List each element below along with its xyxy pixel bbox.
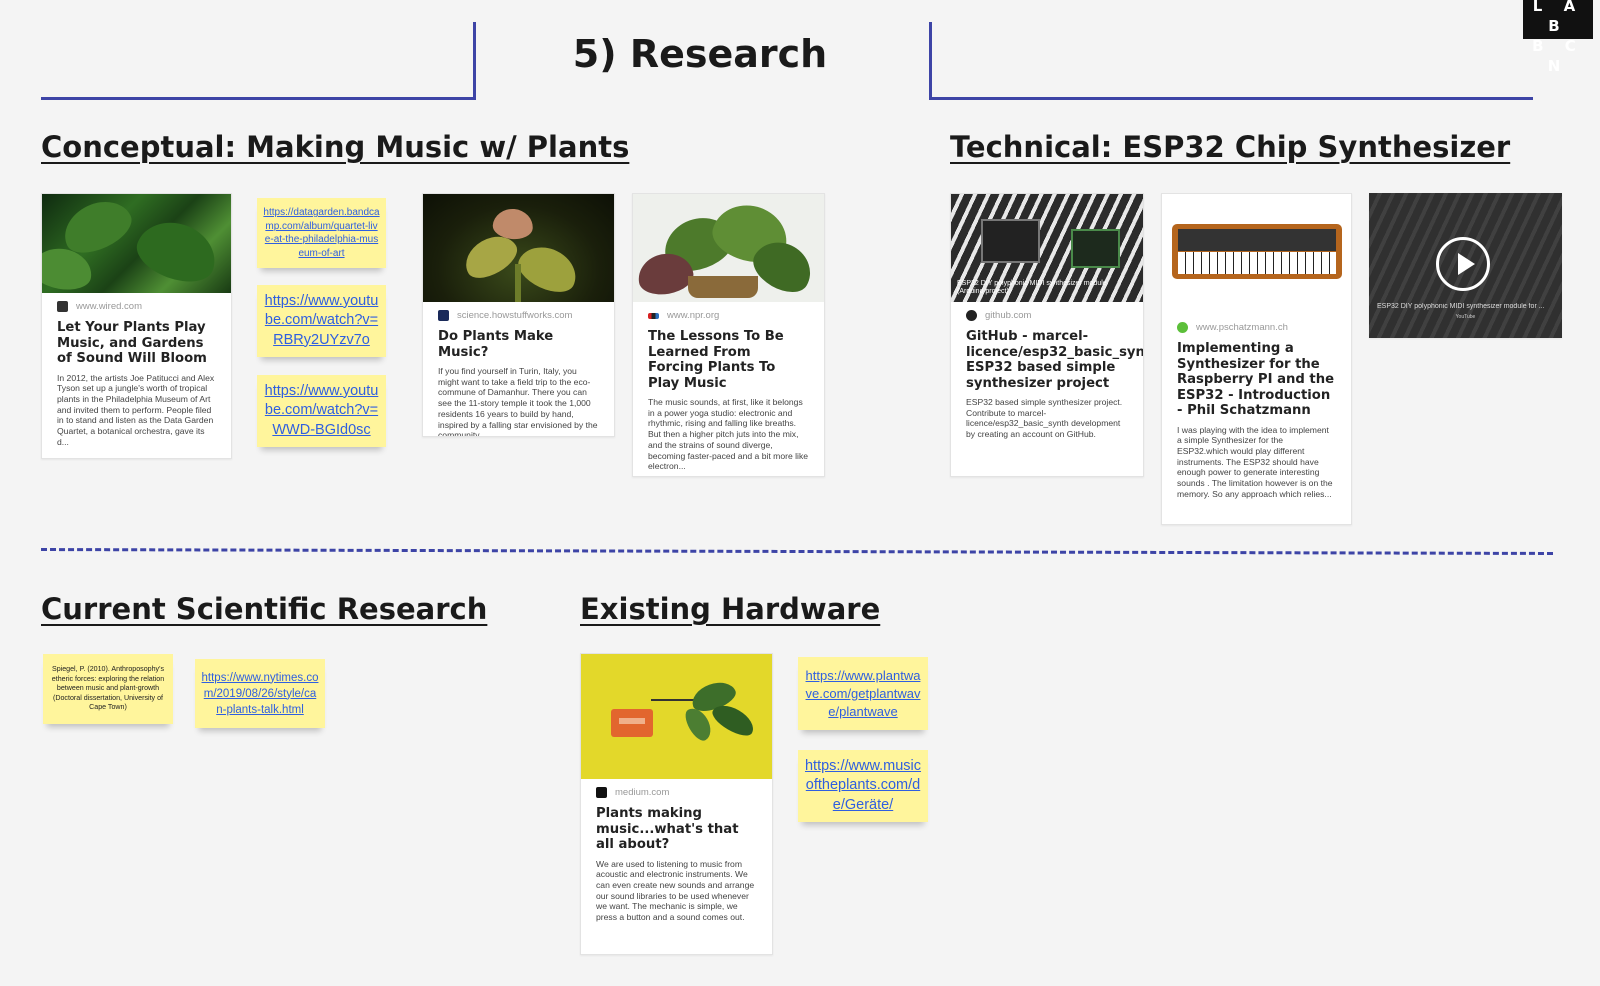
frame-line-left-horizontal [41,97,476,100]
link-card-npr[interactable]: www.npr.org The Lessons To Be Learned Fr… [632,193,825,477]
section-title-hardware: Existing Hardware [580,592,881,626]
card-title: The Lessons To Be Learned From Forcing P… [648,329,784,391]
section-divider [40,548,1554,555]
card-description: In 2012, the artists Joe Patitucci and A… [57,372,215,447]
card-title: GitHub - marcel-licence/esp32_basic_synt… [966,329,1144,391]
card-title: Do Plants Make Music? [438,329,554,360]
sticky-link[interactable]: https://www.nytimes.com/2019/08/26/style… [201,670,319,718]
link-card-wired[interactable]: www.wired.com Let Your Plants Play Music… [41,193,232,459]
card-source: www.pschatzmann.ch [1196,322,1288,333]
link-card-github[interactable]: ESP32 DIY polyphonic MIDI synthesizer mo… [950,193,1144,477]
card-thumbnail-plantwave-device [581,654,772,779]
link-card-medium[interactable]: medium.com Plants making music...what's … [580,653,773,955]
page-title: 5) Research [572,32,828,76]
card-source: www.npr.org [667,310,720,321]
link-card-howstuffworks[interactable]: science.howstuffworks.com Do Plants Make… [422,193,615,437]
section-title-scientific: Current Scientific Research [41,592,488,626]
medium-favicon-icon [596,787,607,798]
sticky-link[interactable]: https://www.plantwave.com/getplantwave/p… [804,667,922,721]
sticky-note-citation[interactable]: Spiegel, P. (2010). Anthroposophy's ethe… [43,654,173,724]
howstuffworks-favicon-icon [438,310,449,321]
card-thumbnail-potted-plants [633,194,824,302]
sticky-note-link[interactable]: https://www.youtube.com/watch?v=RBRy2UYz… [257,285,386,357]
github-icon [966,310,977,321]
play-button-icon[interactable] [1436,237,1490,291]
card-description: We are used to listening to music from a… [596,858,755,923]
npr-favicon-icon [648,312,659,319]
card-thumbnail-monstera [42,194,231,293]
card-thumbnail-synth-board: ESP32 DIY polyphonic MIDI synthesizer mo… [951,194,1143,302]
video-embed-youtube[interactable]: ESP32 DIY polyphonic MIDI synthesizer mo… [1369,193,1562,338]
card-description: ESP32 based simple synthesizer project. … [966,397,1123,440]
frame-line-right-horizontal [929,97,1533,100]
sticky-note-link[interactable]: https://www.nytimes.com/2019/08/26/style… [195,659,325,728]
card-title: Plants making music...what's that all ab… [596,806,739,852]
card-source: science.howstuffworks.com [457,310,573,321]
sticky-note-link[interactable]: https://www.youtube.com/watch?v=WWD-BGId… [257,375,386,447]
sticky-note-link[interactable]: https://www.musicoftheplants.com/de/Gerä… [798,750,928,822]
card-description: If you find yourself in Turin, Italy, yo… [438,366,598,437]
sticky-link[interactable]: https://www.youtube.com/watch?v=RBRy2UYz… [263,292,380,351]
sticky-note-link[interactable]: https://www.plantwave.com/getplantwave/p… [798,657,928,730]
section-title-conceptual: Conceptual: Making Music w/ Plants [41,130,630,164]
link-card-pschatzmann[interactable]: www.pschatzmann.ch Implementing a Synthe… [1161,193,1352,525]
card-source: medium.com [615,787,670,798]
card-thumbnail-caption: ESP32 DIY polyphonic MIDI synthesizer mo… [957,280,1107,295]
frame-line-left-vertical [473,22,476,100]
frame-line-right-vertical [929,22,932,100]
card-thumbnail-plant-sprout [423,194,614,302]
section-title-technical: Technical: ESP32 Chip Synthesizer [950,130,1511,164]
sticky-note-link[interactable]: https://datagarden.bandcamp.com/album/qu… [257,198,386,268]
card-thumbnail-synthesizer-keyboard [1162,194,1351,314]
card-description: The music sounds, at first, like it belo… [648,397,809,472]
card-source: www.wired.com [76,301,142,312]
sticky-link[interactable]: https://www.youtube.com/watch?v=WWD-BGId… [263,382,380,441]
sticky-link[interactable]: https://www.musicoftheplants.com/de/Gerä… [804,757,922,816]
video-caption: ESP32 DIY polyphonic MIDI synthesizer mo… [1377,303,1545,310]
wired-favicon-icon [57,301,68,312]
lab-bcn-logo: L A B B C N [1523,0,1593,75]
card-description: I was playing with the idea to implement… [1177,424,1333,499]
card-title: Implementing a Synthesizer for the Raspb… [1177,341,1335,418]
sticky-text: Spiegel, P. (2010). Anthroposophy's ethe… [51,665,165,712]
sticky-link[interactable]: https://datagarden.bandcamp.com/album/qu… [263,206,380,260]
card-title: Let Your Plants Play Music, and Gardens … [57,320,207,366]
video-platform: YouTube [1455,314,1476,320]
pschatzmann-favicon-icon [1177,322,1188,333]
card-source: github.com [985,310,1032,321]
